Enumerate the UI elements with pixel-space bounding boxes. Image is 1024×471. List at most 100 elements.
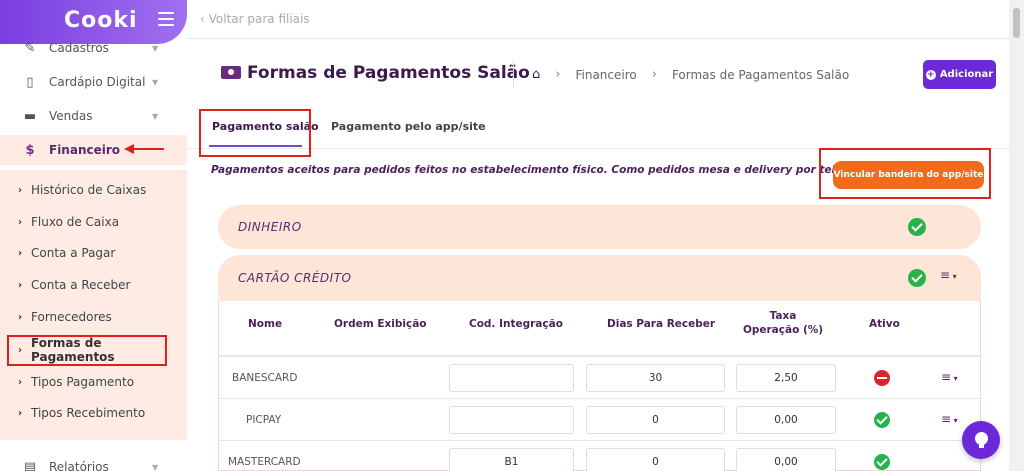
main-content: Formas de Pagamentos Salão ⌂ › Financeir… (187, 39, 1009, 471)
header-taxa-line2: Operação (%) (742, 324, 824, 336)
page-title: Formas de Pagamentos Salão (247, 63, 530, 83)
tablet-icon: ▯ (26, 74, 34, 90)
table-header: Nome Ordem Exibição Cod. Integração Dias… (219, 301, 982, 357)
highlight-box-formas-de-pagamentos (7, 335, 167, 366)
money-icon: ▬ (23, 108, 37, 124)
sidebar-item-label: Financeiro (49, 143, 121, 157)
sidebar-subitem-fornecedores[interactable]: › Fornecedores (0, 302, 187, 332)
accordion-cartao-credito[interactable]: CARTÃO CRÉDITO ≡ (218, 255, 981, 301)
sidebar-subitem-fluxo-de-caixa[interactable]: › Fluxo de Caixa (0, 207, 187, 237)
description-text: Pagamentos aceitos para pedidos feitos n… (211, 164, 873, 176)
page-scrollbar[interactable] (1009, 0, 1024, 471)
back-link-label: Voltar para filiais (208, 12, 310, 26)
sidebar-subitem-label: Conta a Receber (31, 278, 131, 292)
taxa-operacao-input[interactable]: 0,00 (736, 448, 836, 471)
row-name: BANESCARD (232, 372, 298, 384)
hamburger-menu-icon[interactable] (158, 12, 174, 26)
dias-para-receber-input[interactable]: 0 (586, 448, 725, 471)
header-taxa-operacao: Taxa Operação (%) (739, 309, 827, 337)
dias-para-receber-input[interactable]: 30 (586, 364, 725, 392)
active-status-icon[interactable] (874, 454, 890, 470)
chevron-down-icon: ▼ (152, 462, 159, 471)
check-circle-icon (908, 218, 926, 236)
header-ordem-exibicao: Ordem Exibição (334, 318, 427, 330)
cod-integracao-input[interactable]: B1 (449, 448, 574, 471)
lightbulb-icon (974, 431, 988, 448)
breadcrumb-separator-icon: › (651, 67, 657, 82)
money-icon (221, 66, 241, 79)
plus-circle-icon: + (925, 69, 936, 80)
breadcrumb-separator-icon: › (555, 67, 561, 82)
back-to-branches-link[interactable]: ‹ Voltar para filiais (200, 12, 310, 26)
report-icon: ▤ (23, 459, 37, 471)
tab-pagamento-app-site[interactable]: Pagamento pelo app/site (331, 120, 486, 133)
home-icon[interactable]: ⌂ (532, 67, 540, 82)
sidebar-subitem-tipos-recebimento[interactable]: › Tipos Recebimento (0, 398, 187, 428)
sidebar-subitem-conta-a-receber[interactable]: › Conta a Receber (0, 270, 187, 300)
sidebar-subitem-conta-a-pagar[interactable]: › Conta a Pagar (0, 238, 187, 268)
header-ativo: Ativo (869, 318, 900, 330)
header-taxa-line1: Taxa (769, 310, 797, 322)
sidebar-subitem-label: Conta a Pagar (31, 246, 116, 260)
chevron-right-icon: › (18, 279, 23, 291)
edit-icon: ✎ (24, 40, 36, 56)
sidebar-item-label: Cadastros (49, 41, 109, 55)
sidebar-subitem-historico-de-caixas[interactable]: › Histórico de Caixas (0, 175, 187, 205)
sidebar-item-label: Relatórios (49, 460, 109, 471)
chevron-right-icon: › (18, 247, 23, 259)
highlight-box-tab (199, 109, 311, 157)
scrollbar-thumb[interactable] (1013, 8, 1020, 38)
header-nome: Nome (248, 318, 283, 330)
app-logo[interactable]: Cooki (64, 8, 138, 33)
red-arrow-annotation (124, 144, 164, 154)
cod-integracao-input[interactable] (449, 364, 574, 392)
breadcrumb-financeiro[interactable]: Financeiro (575, 68, 636, 82)
breadcrumb: ⌂ › Financeiro › Formas de Pagamentos Sa… (532, 67, 849, 82)
topbar: ‹ Voltar para filiais (187, 0, 1009, 39)
chevron-right-icon: › (18, 216, 23, 228)
link-app-site-button[interactable]: Vincular bandeira do app/site (833, 161, 984, 189)
table-row: PICPAY 0 0,00 ≡ (219, 399, 982, 441)
sidebar-subitem-label: Tipos Pagamento (31, 375, 135, 389)
sidebar-subitem-label: Tipos Recebimento (31, 406, 146, 420)
accordion-label: DINHEIRO (238, 220, 302, 234)
header-cod-integracao: Cod. Integração (469, 318, 563, 330)
breadcrumb-current: Formas de Pagamentos Salão (671, 67, 850, 82)
chevron-down-icon: ▼ (152, 77, 159, 87)
sidebar-subitem-tipos-pagamento[interactable]: › Tipos Pagamento (0, 367, 187, 397)
add-button-label: Adicionar (939, 69, 994, 80)
breadcrumb-divider (513, 61, 514, 87)
help-lightbulb-button[interactable] (962, 421, 1000, 459)
table-row: MASTERCARD B1 0 0,00 (219, 441, 982, 471)
chevron-down-icon: ▼ (152, 111, 159, 121)
list-menu-icon[interactable]: ≡ (940, 268, 957, 282)
taxa-operacao-input[interactable]: 2,50 (736, 364, 836, 392)
dollar-icon: $ (25, 142, 35, 158)
cod-integracao-input[interactable] (449, 406, 574, 434)
sidebar: Cooki ✎ Cadastros ▼ ▯ Cardápio Digital ▼… (0, 0, 187, 471)
sidebar-item-label: Vendas (49, 109, 93, 123)
accordion-dinheiro[interactable]: DINHEIRO (218, 205, 981, 249)
inactive-status-icon[interactable] (874, 370, 890, 386)
sidebar-item-vendas[interactable]: ▬ Vendas ▼ (0, 101, 187, 131)
header-dias-para-receber: Dias Para Receber (607, 318, 716, 330)
check-circle-icon (908, 269, 926, 287)
sidebar-item-cardapio-digital[interactable]: ▯ Cardápio Digital ▼ (0, 67, 187, 97)
chevron-right-icon: › (18, 184, 23, 196)
sidebar-item-cadastros[interactable]: ✎ Cadastros ▼ (0, 33, 187, 63)
chevron-right-icon: › (18, 407, 23, 419)
chevron-right-icon: › (18, 311, 23, 323)
sidebar-subitem-label: Fornecedores (31, 310, 112, 324)
chevron-down-icon: ▼ (152, 43, 159, 53)
table-row: BANESCARD 30 2,50 ≡ (219, 357, 982, 399)
financeiro-submenu: › Histórico de Caixas › Fluxo de Caixa ›… (0, 170, 187, 440)
list-menu-icon[interactable]: ≡ (941, 370, 958, 384)
sidebar-item-relatorios[interactable]: ▤ Relatórios ▼ (0, 452, 187, 471)
page-header: Formas de Pagamentos Salão ⌂ › Financeir… (187, 39, 1009, 109)
active-status-icon[interactable] (874, 412, 890, 428)
accordion-label: CARTÃO CRÉDITO (238, 271, 352, 285)
taxa-operacao-input[interactable]: 0,00 (736, 406, 836, 434)
list-menu-icon[interactable]: ≡ (941, 412, 958, 426)
add-button[interactable]: + Adicionar (923, 60, 996, 89)
dias-para-receber-input[interactable]: 0 (586, 406, 725, 434)
